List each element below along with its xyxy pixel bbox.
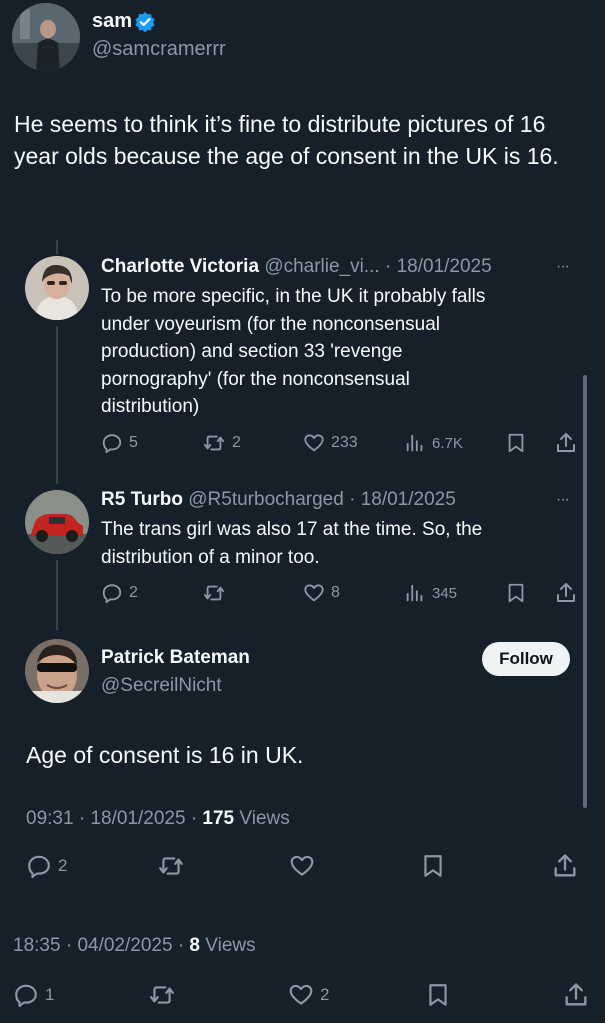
views-chart-icon — [406, 584, 423, 602]
reply1-reply-count: 5 — [129, 434, 138, 451]
heart-icon — [304, 434, 324, 452]
avatar-charlotte[interactable] — [25, 256, 89, 320]
reply2-name[interactable]: R5 Turbo — [101, 489, 183, 510]
reply-icon — [28, 855, 50, 878]
heart-icon — [304, 584, 324, 602]
bottom-post-meta: 18:35 · 04/02/2025 · 8 Views — [13, 935, 256, 957]
reply2-like-count: 8 — [331, 584, 340, 601]
reply2-views-count: 345 — [432, 584, 458, 602]
reply1-more-button[interactable]: ··· — [556, 258, 570, 276]
focus-post-name[interactable]: Patrick Bateman — [101, 647, 250, 669]
thread-line-1 — [56, 326, 58, 484]
focus-reply-count: 2 — [58, 856, 68, 875]
main-post-name[interactable]: sam — [92, 10, 132, 33]
bottom-bookmark-icon[interactable] — [425, 982, 451, 1008]
reply2-separator: · — [349, 489, 356, 510]
scrollbar-thumb[interactable] — [583, 375, 587, 808]
verified-badge-icon — [135, 12, 155, 33]
reply2-text: The trans girl was also 17 at the time. … — [101, 519, 483, 568]
focus-post-views-label: Views — [239, 808, 290, 829]
avatar-r5turbo[interactable] — [25, 490, 89, 554]
focus-post-time[interactable]: 09:31 — [26, 808, 74, 829]
bottom-post-views-count: 8 — [189, 935, 200, 956]
avatar-patrick-image — [25, 639, 89, 703]
reply1-like-button[interactable]: 233 — [303, 432, 358, 454]
focus-share-icon[interactable] — [551, 852, 579, 880]
focus-post-views-count: 175 — [202, 808, 235, 829]
reply1-views-count: 6.7K — [432, 434, 463, 452]
main-post-text: He seems to think it’s fine to distribut… — [14, 111, 559, 169]
bottom-repost-icon[interactable] — [148, 982, 176, 1008]
reply-icon — [15, 984, 37, 1007]
thread-line-2 — [56, 560, 58, 630]
reply-icon — [102, 434, 122, 454]
avatar-sam[interactable] — [12, 3, 80, 71]
reply1-repost-button[interactable]: 2 — [202, 432, 241, 454]
reply1-date[interactable]: 18/01/2025 — [397, 256, 492, 277]
focus-post-sep2: · — [190, 808, 198, 829]
bottom-post-sep2: · — [177, 935, 185, 956]
focus-bookmark-icon[interactable] — [420, 853, 446, 879]
reply-icon — [102, 584, 122, 604]
reply1-text: To be more specific, in the UK it probab… — [101, 286, 486, 417]
reply1-share-icon[interactable] — [554, 431, 578, 455]
reply2-handle[interactable]: @R5turbocharged — [188, 489, 344, 510]
main-post-handle[interactable]: @samcramerrr — [92, 38, 226, 61]
bottom-like-button[interactable]: 2 — [288, 982, 329, 1008]
bottom-reply-count: 1 — [45, 985, 55, 1004]
focus-post-handle[interactable]: @SecreilNicht — [101, 675, 222, 697]
reply1-header: Charlotte Victoria @charlie_vi... · 18/0… — [101, 256, 492, 278]
bottom-share-icon[interactable] — [562, 981, 590, 1009]
reply2-reply-button[interactable]: 2 — [101, 582, 138, 604]
follow-button[interactable]: Follow — [482, 642, 570, 676]
reply1-bookmark-icon[interactable] — [505, 432, 527, 454]
reply2-share-icon[interactable] — [554, 581, 578, 605]
bottom-reply-button[interactable]: 1 — [13, 982, 54, 1008]
reply2-more-button[interactable]: ··· — [556, 491, 570, 509]
bottom-post-views-label: Views — [205, 935, 256, 956]
reply2-reply-count: 2 — [129, 584, 138, 601]
repost-icon — [203, 435, 225, 451]
avatar-r5turbo-image — [25, 490, 89, 554]
focus-heart-icon[interactable] — [289, 853, 315, 879]
reply2-bookmark-icon[interactable] — [505, 582, 527, 604]
focus-post-text: Age of consent is 16 in UK. — [26, 742, 304, 768]
reply1-handle[interactable]: @charlie_vi... — [264, 256, 379, 277]
reply2-header: R5 Turbo @R5turbocharged · 18/01/2025 — [101, 489, 456, 511]
reply2-repost-button[interactable] — [202, 582, 226, 604]
focus-post-sep1: · — [78, 808, 86, 829]
reply2-like-button[interactable]: 8 — [303, 582, 340, 604]
repost-icon — [203, 585, 225, 601]
reply1-name[interactable]: Charlotte Victoria — [101, 256, 259, 277]
focus-repost-icon[interactable] — [157, 853, 185, 879]
views-chart-icon — [406, 434, 423, 452]
reply1-views-button[interactable]: 6.7K — [404, 432, 463, 454]
reply2-views-button[interactable]: 345 — [404, 582, 457, 604]
bottom-post-time[interactable]: 18:35 — [13, 935, 61, 956]
thread-line-top — [56, 240, 58, 254]
reply1-like-count: 233 — [331, 434, 358, 451]
bottom-post-date[interactable]: 04/02/2025 — [77, 935, 172, 956]
reply2-date[interactable]: 18/01/2025 — [361, 489, 456, 510]
reply1-repost-count: 2 — [232, 434, 241, 451]
bottom-like-count: 2 — [320, 985, 330, 1004]
focus-reply-button[interactable]: 2 — [26, 853, 67, 879]
avatar-charlotte-image — [25, 256, 89, 320]
avatar-sam-image — [12, 3, 80, 71]
focus-post-meta: 09:31 · 18/01/2025 · 175 Views — [26, 808, 290, 830]
avatar-patrick[interactable] — [25, 639, 89, 703]
heart-icon — [289, 984, 313, 1005]
focus-post-date[interactable]: 18/01/2025 — [90, 808, 185, 829]
reply1-separator: · — [384, 256, 392, 277]
bottom-post-sep1: · — [65, 935, 73, 956]
reply1-reply-button[interactable]: 5 — [101, 432, 138, 454]
